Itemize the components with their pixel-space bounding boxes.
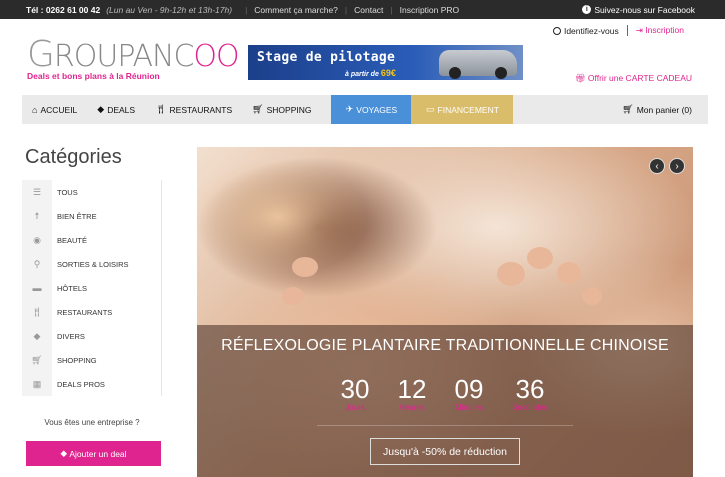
category-restaurants[interactable]: 🍴︎ RESTAURANTS — [22, 300, 161, 324]
banner-subtitle: à partir de 69€ — [345, 68, 396, 78]
logo-wordmark: GROUPANCOO — [27, 34, 240, 75]
gift-card-link[interactable]: 🎁︎ Offrir une CARTE CADEAU — [575, 73, 692, 84]
divider — [317, 425, 573, 426]
tag-icon: ◆ — [22, 324, 52, 348]
top-bar: Tél : 0262 61 00 42 (Lun au Ven - 9h-12h… — [0, 0, 725, 19]
how-it-works-link[interactable]: Comment ça marche? — [254, 5, 338, 15]
hero-photo-detail — [527, 247, 553, 269]
deal-overlay: RÉFLEXOLOGIE PLANTAIRE TRADITIONNELLE CH… — [197, 325, 693, 477]
hero-photo-detail — [497, 262, 525, 286]
pro-signup-link[interactable]: Inscription PRO — [400, 5, 460, 15]
promo-banner[interactable]: Stage de pilotage à partir de 69€ — [248, 45, 523, 80]
nav-financement[interactable]: ▭ FINANCEMENT — [411, 95, 514, 124]
add-deal-button[interactable]: ◆ Ajouter un deal — [26, 441, 161, 466]
tag-icon: ◆ — [60, 448, 70, 458]
hero-photo-detail — [282, 287, 304, 305]
countdown-hours: 12 Heures — [397, 374, 427, 412]
category-divers[interactable]: ◆ DIVERS — [22, 324, 161, 348]
car-image — [439, 50, 517, 79]
hero-photo-detail — [582, 287, 602, 305]
building-icon: ▦ — [22, 372, 52, 396]
account-links: Identifiez-vous ⇥ Inscription — [552, 25, 684, 36]
register-link[interactable]: ⇥ Inscription — [636, 25, 684, 36]
cart-icon: 🛒︎ — [252, 104, 264, 114]
separator: | — [390, 4, 393, 15]
phone-number: Tél : 0262 61 00 42 — [26, 4, 101, 15]
cart-link[interactable]: 🛒︎ Mon panier (0) — [612, 95, 708, 124]
tags-icon: ◆ — [97, 104, 105, 114]
card-icon: ▭ — [426, 104, 435, 114]
category-bien-etre[interactable]: ☨ BIEN ÊTRE — [22, 204, 161, 228]
cutlery-icon: 🍴︎ — [155, 104, 167, 114]
facebook-link[interactable]: i Suivez-nous sur Facebook — [582, 0, 695, 19]
info-icon: i — [582, 5, 592, 14]
gift-icon: 🎁︎ — [574, 73, 588, 83]
divider — [626, 25, 628, 36]
hero-slider[interactable]: ‹ › RÉFLEXOLOGIE PLANTAIRE TRADITIONNELL… — [197, 147, 693, 477]
discount-button[interactable]: Jusqu'à -50% de réduction — [370, 438, 520, 465]
separator: | — [344, 4, 348, 15]
home-icon: ⌂ — [32, 104, 38, 115]
category-deals-pros[interactable]: ▦ DEALS PROS — [22, 372, 161, 396]
next-slide-button[interactable]: › — [669, 158, 685, 174]
bicycle-icon: ⚲ — [22, 252, 52, 276]
nav-deals[interactable]: ◆ DEALS — [87, 95, 145, 124]
nav-accueil[interactable]: ⌂ ACCUEIL — [22, 95, 87, 124]
eye-icon: ◉ — [22, 228, 52, 252]
hero-photo-detail — [292, 257, 318, 277]
countdown-minutes: 09 Minutes — [454, 374, 484, 412]
opening-hours: (Lun au Ven - 9h-12h et 13h-17h) — [106, 4, 233, 15]
separator: | — [245, 4, 248, 15]
category-shopping[interactable]: 🛒︎ SHOPPING — [22, 348, 161, 372]
hero-photo-detail — [557, 262, 581, 284]
site-logo[interactable]: GROUPANCOO Deals et bons plans à la Réun… — [27, 34, 240, 82]
category-beaute[interactable]: ◉ BEAUTÉ — [22, 228, 161, 252]
countdown-days: 30 Jours — [340, 374, 370, 412]
cutlery-icon: 🍴︎ — [22, 300, 52, 324]
category-sorties-loisirs[interactable]: ⚲ SORTIES & LOISIRS — [22, 252, 161, 276]
plane-icon: ✈ — [345, 104, 354, 114]
category-list: ☰ TOUS ☨ BIEN ÊTRE ◉ BEAUTÉ ⚲ SORTIES & LOIS… — [22, 180, 162, 396]
contact-link[interactable]: Contact — [354, 5, 383, 15]
login-link[interactable]: Identifiez-vous — [552, 26, 619, 36]
nav-shopping[interactable]: 🛒︎ SHOPPING — [242, 95, 321, 124]
power-icon — [552, 26, 561, 35]
categories-title: Catégories — [25, 146, 122, 168]
signin-icon: ⇥ — [635, 25, 646, 35]
nav-voyages[interactable]: ✈ VOYAGES — [331, 95, 412, 124]
cart-icon: 🛒︎ — [622, 104, 634, 114]
nav-restaurants[interactable]: 🍴︎ RESTAURANTS — [145, 95, 242, 124]
deal-title: RÉFLEXOLOGIE PLANTAIRE TRADITIONNELLE CH… — [221, 337, 669, 354]
main-nav: ⌂ ACCUEIL ◆ DEALS 🍴︎ RESTAURANTS 🛒︎ SHOPPING… — [22, 95, 708, 124]
person-icon: ☨ — [22, 204, 52, 228]
bed-icon: ▬ — [22, 276, 52, 300]
countdown-seconds: 36 Secondes — [512, 374, 548, 412]
banner-title: Stage de pilotage — [257, 50, 396, 65]
cart-icon: 🛒︎ — [22, 348, 52, 372]
prev-slide-button[interactable]: ‹ — [649, 158, 665, 174]
list-icon: ☰ — [22, 180, 52, 204]
facebook-label: Suivez-nous sur Facebook — [594, 4, 695, 15]
business-prompt: Vous êtes une entreprise ? — [44, 418, 140, 427]
category-tous[interactable]: ☰ TOUS — [22, 180, 161, 204]
category-hotels[interactable]: ▬ HÔTELS — [22, 276, 161, 300]
